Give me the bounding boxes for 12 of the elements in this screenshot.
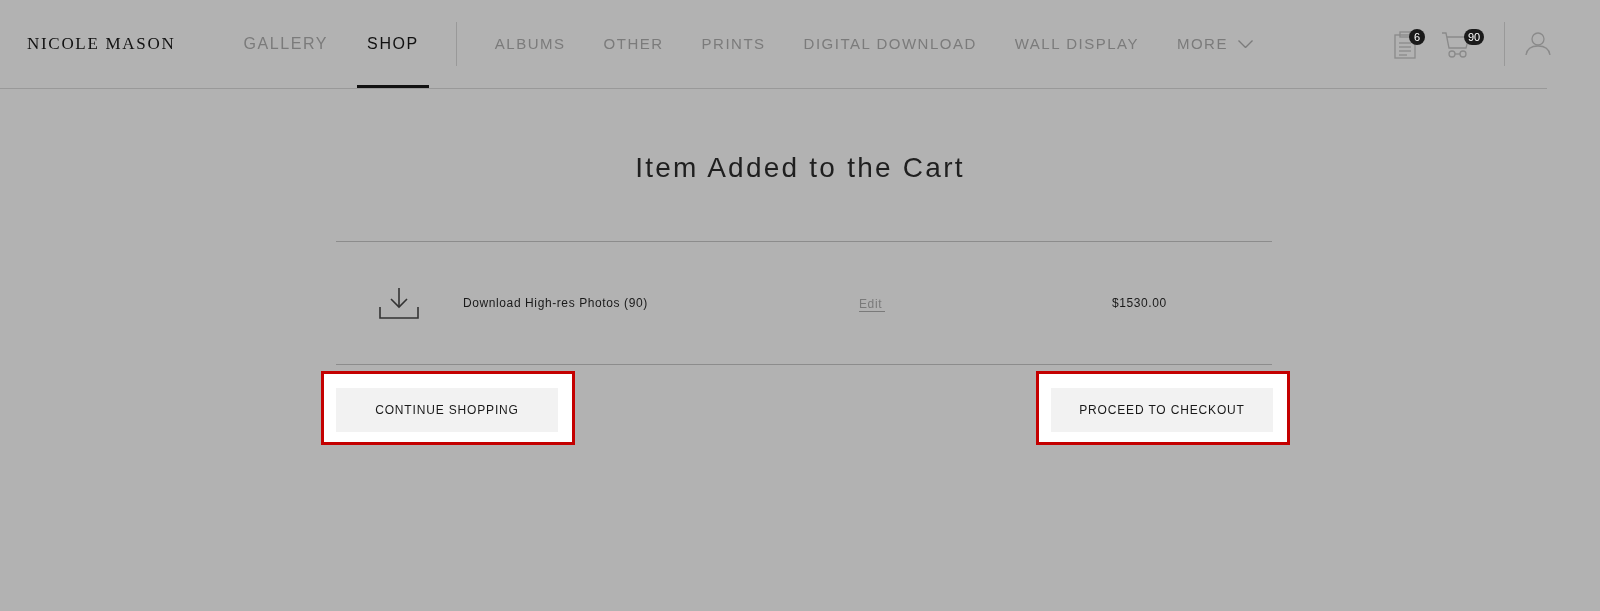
action-button[interactable]: CONTINUE SHOPPING	[336, 388, 558, 432]
chevron-down-icon	[1237, 40, 1253, 48]
count-badge: 6	[1409, 29, 1425, 45]
brand-logo[interactable]: NICOLE MASON	[27, 31, 176, 57]
download-icon	[379, 287, 419, 319]
edit-link[interactable]: Edit	[859, 297, 886, 312]
page-title: Item Added to the Cart	[634, 151, 966, 185]
item-name: Download High-res Photos (90)	[463, 295, 649, 312]
clipboard-icon[interactable]	[1394, 31, 1416, 59]
action-button[interactable]: PROCEED TO CHECKOUT	[1051, 388, 1273, 432]
item-price: $1530.00	[1112, 295, 1167, 312]
count-badge: 90	[1464, 29, 1485, 45]
